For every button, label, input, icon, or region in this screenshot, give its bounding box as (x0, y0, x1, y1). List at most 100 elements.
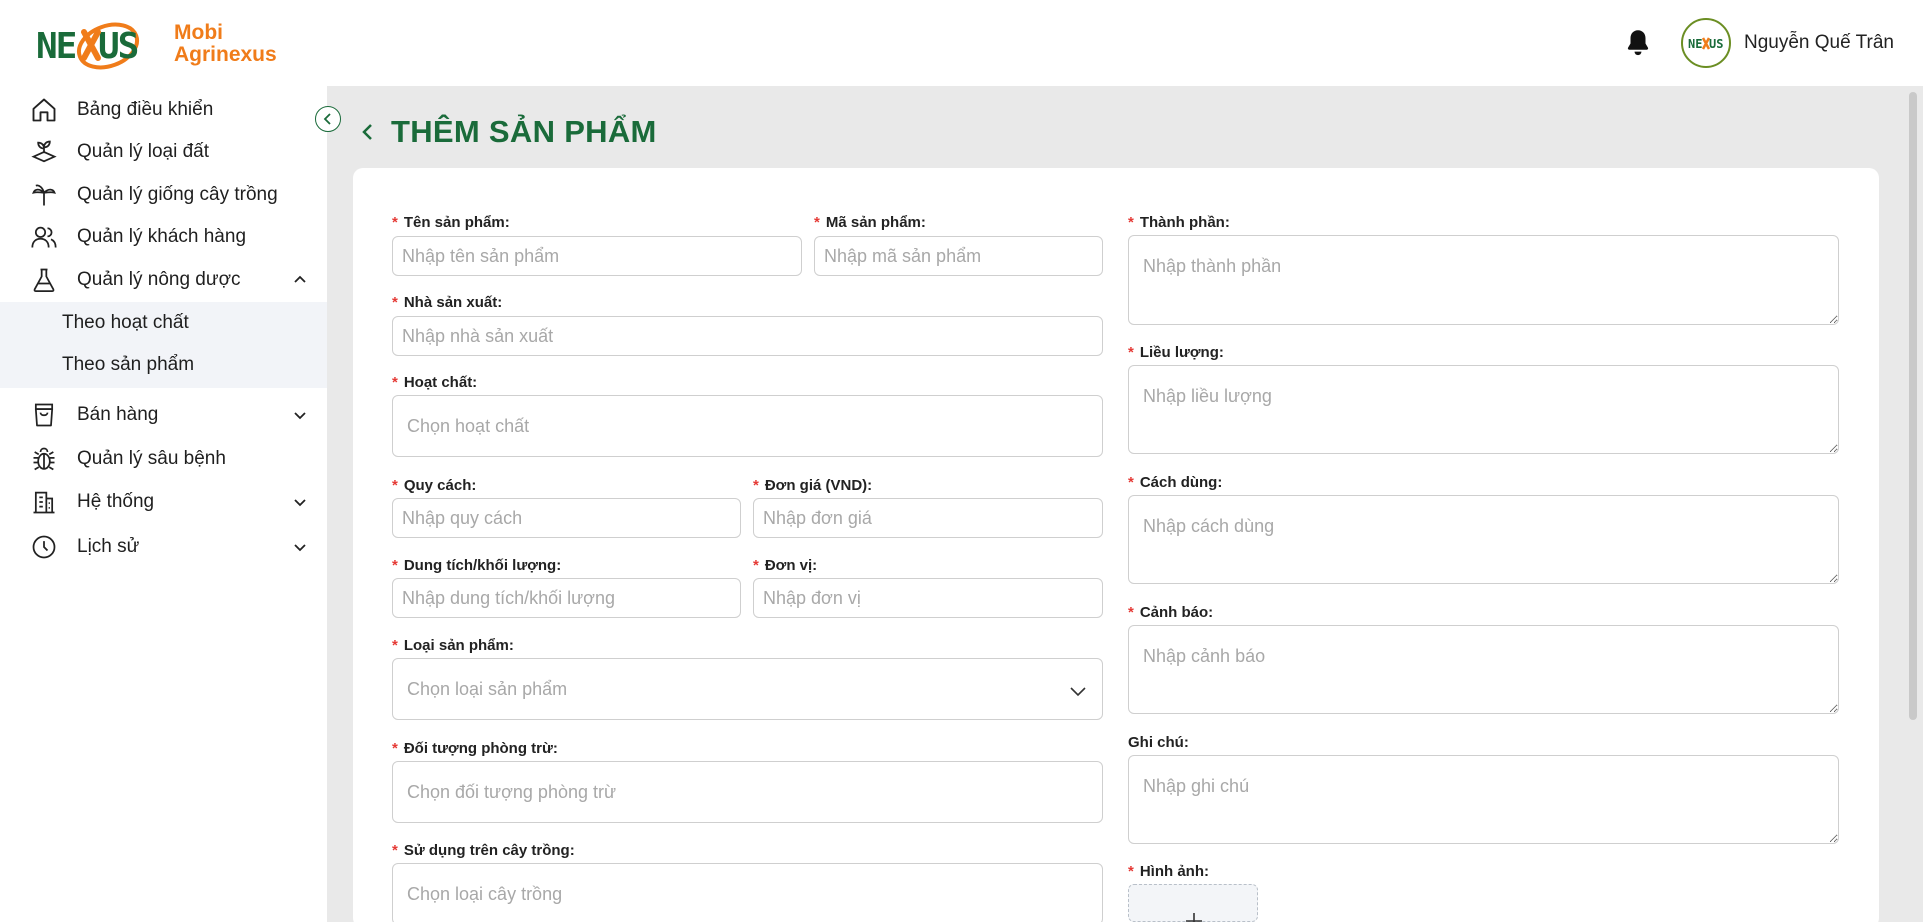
unit-price-input[interactable] (753, 498, 1103, 538)
product-type-label: * Loại sản phẩm: (392, 637, 514, 654)
sidebar-item-label: Quản lý giống cây trồng (77, 184, 278, 205)
sidebar-item-label: Bảng điều khiển (77, 99, 214, 120)
top-header: NE US Mobi Agrinexus NE US Nguyễn Quế Tr… (0, 0, 1923, 86)
shopping-bag-icon (34, 403, 54, 427)
note-label: Ghi chú: (1128, 734, 1189, 751)
sidebar-item-dashboard[interactable]: Bảng điều khiển (0, 89, 327, 131)
crop-usage-label: * Sử dụng trên cây trồng: (392, 842, 575, 859)
required-mark: * (1128, 344, 1134, 361)
usage-textarea[interactable] (1128, 495, 1839, 584)
users-icon (31, 226, 57, 248)
manufacturer-label: * Nhà sản xuất: (392, 294, 503, 311)
volume-weight-input[interactable] (392, 578, 741, 618)
composition-textarea[interactable] (1128, 235, 1839, 325)
sidebar-item-customers[interactable]: Quản lý khách hàng (0, 216, 327, 258)
required-mark: * (392, 637, 398, 654)
usage-label: * Cách dùng: (1128, 474, 1223, 491)
select-placeholder: Chọn hoạt chất (407, 416, 530, 436)
svg-text:US: US (1709, 37, 1723, 51)
sidebar-item-soil[interactable]: Quản lý loại đất (0, 131, 327, 173)
sidebar-item-label: Lịch sử (77, 536, 140, 557)
product-name-label: * Tên sản phẩm: (392, 214, 510, 231)
back-arrow-icon[interactable] (357, 121, 379, 143)
crop-usage-select[interactable]: Chọn loại cây trồng (392, 863, 1103, 922)
required-mark: * (392, 477, 398, 494)
chevron-down-icon (294, 412, 306, 420)
submenu-item-by-active-ingredient[interactable]: Theo hoạt chất (62, 312, 189, 334)
required-mark: * (392, 214, 398, 231)
sidebar-item-label: Quản lý nông dược (77, 269, 241, 290)
page-scrollbar[interactable] (1909, 92, 1917, 720)
warning-textarea[interactable] (1128, 625, 1839, 714)
sidebar-item-sales[interactable]: Bán hàng (0, 394, 327, 436)
soil-icon (31, 140, 57, 163)
select-placeholder: Chọn loại sản phẩm (407, 679, 568, 699)
user-avatar[interactable]: NE US (1681, 18, 1731, 68)
page-header: THÊM SẢN PHẨM (357, 114, 657, 150)
manufacturer-input[interactable] (392, 316, 1103, 356)
note-textarea[interactable] (1128, 755, 1839, 844)
sidebar-item-system[interactable]: Hệ thống (0, 481, 327, 523)
notification-bell-icon[interactable] (1624, 28, 1652, 58)
required-mark: * (1128, 474, 1134, 491)
svg-text:US: US (98, 26, 138, 67)
page-title: THÊM SẢN PHẨM (391, 114, 657, 149)
required-mark: * (1128, 214, 1134, 231)
sidebar-item-pesticides[interactable]: Quản lý nông dược (0, 259, 327, 301)
sidebar-item-label: Quản lý sâu bệnh (77, 448, 226, 469)
product-type-select[interactable]: Chọn loại sản phẩm (392, 658, 1103, 720)
svg-text:NE: NE (36, 26, 76, 67)
required-mark: * (814, 214, 820, 231)
sidebar-collapse-button[interactable] (315, 106, 341, 132)
required-mark: * (392, 557, 398, 574)
unit-price-label: * Đơn giá (VND): (753, 477, 873, 494)
chevron-down-icon (294, 544, 306, 552)
flask-icon (33, 268, 55, 292)
required-mark: * (392, 842, 398, 859)
select-placeholder: Chọn loại cây trồng (407, 884, 563, 904)
composition-label: * Thành phần: (1128, 214, 1230, 231)
product-name-input[interactable] (392, 236, 802, 276)
dosage-label: * Liều lượng: (1128, 344, 1224, 361)
user-name[interactable]: Nguyễn Quế Trân (1744, 32, 1894, 54)
unit-label: * Đơn vị: (753, 557, 818, 574)
required-mark: * (1128, 604, 1134, 621)
sidebar-item-history[interactable]: Lịch sử (0, 526, 327, 568)
nexus-logo-mark: NE US (36, 22, 140, 70)
home-icon (32, 98, 56, 122)
image-upload-dropzone[interactable] (1128, 884, 1258, 922)
target-pest-select[interactable]: Chọn đối tượng phòng trừ (392, 761, 1103, 823)
required-mark: * (753, 557, 759, 574)
packaging-input[interactable] (392, 498, 741, 538)
plant-icon (32, 184, 56, 206)
building-icon (33, 491, 55, 514)
required-mark: * (753, 477, 759, 494)
target-pest-label: * Đối tượng phòng trừ: (392, 740, 558, 757)
active-ingredient-select[interactable]: Chọn hoạt chất (392, 395, 1103, 457)
product-code-input[interactable] (814, 236, 1103, 276)
sidebar-item-pests[interactable]: Quản lý sâu bệnh (0, 438, 327, 480)
required-mark: * (392, 740, 398, 757)
bug-icon (33, 447, 55, 471)
chevron-left-icon (323, 113, 331, 125)
submenu-item-by-product[interactable]: Theo sản phẩm (62, 354, 194, 376)
brand-name: Mobi Agrinexus (174, 22, 277, 66)
pesticides-submenu: Theo hoạt chất Theo sản phẩm (0, 302, 327, 388)
chevron-up-icon (294, 275, 306, 283)
sidebar-item-label: Bán hàng (77, 404, 159, 425)
brand-line-1: Mobi (174, 21, 223, 44)
sidebar-item-label: Quản lý khách hàng (77, 226, 247, 247)
chevron-down-icon (294, 499, 306, 507)
sidebar-item-plants[interactable]: Quản lý giống cây trồng (0, 174, 327, 216)
chevron-down-icon (1070, 687, 1086, 697)
dosage-textarea[interactable] (1128, 365, 1839, 454)
svg-text:NE: NE (1688, 37, 1702, 51)
select-placeholder: Chọn đối tượng phòng trừ (407, 782, 617, 802)
sidebar: Bảng điều khiển Quản lý loại đất Quản lý… (0, 86, 327, 922)
brand-line-2: Agrinexus (174, 43, 277, 66)
required-mark: * (392, 294, 398, 311)
sidebar-item-label: Hệ thống (77, 491, 155, 512)
required-mark: * (1128, 863, 1134, 880)
volume-weight-label: * Dung tích/khối lượng: (392, 557, 562, 574)
unit-input[interactable] (753, 578, 1103, 618)
